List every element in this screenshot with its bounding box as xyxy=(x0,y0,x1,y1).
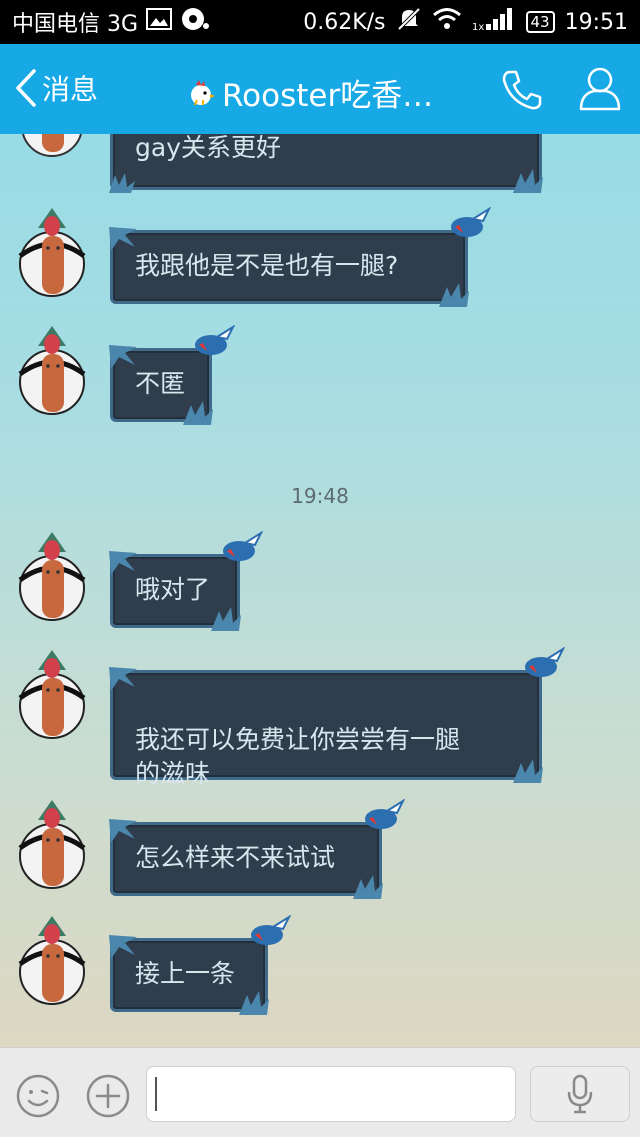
person-icon xyxy=(579,67,621,111)
avatar[interactable] xyxy=(12,648,92,744)
message-text: 不匿 xyxy=(135,369,186,398)
bubble-decoration-icon xyxy=(109,551,137,575)
chevron-left-icon xyxy=(16,69,36,107)
chat-title-text: Rooster吃香… xyxy=(222,78,434,114)
avatar[interactable] xyxy=(12,530,92,626)
bubble-decoration-icon xyxy=(109,819,137,843)
avatar[interactable] xyxy=(12,206,92,302)
phone-call-button[interactable] xyxy=(500,68,544,116)
status-time: 19:51 xyxy=(564,9,628,35)
signal-icon: 1x xyxy=(472,6,516,38)
phone-icon xyxy=(502,70,542,110)
rooster-emoji-icon xyxy=(186,78,216,108)
bird-sticker-icon xyxy=(525,647,565,677)
message-bubble[interactable]: 接上一条 xyxy=(109,915,291,1015)
back-label: 消息 xyxy=(42,73,99,106)
message-text: 哦对了 xyxy=(135,575,211,604)
voice-button[interactable] xyxy=(530,1066,630,1122)
bird-sticker-icon xyxy=(195,325,235,355)
bubble-decoration-icon xyxy=(183,401,213,425)
bubble-decoration-icon xyxy=(513,759,543,783)
bird-sticker-icon xyxy=(365,799,405,829)
chat-header: 消息 Rooster吃香… xyxy=(0,44,640,134)
avatar[interactable] xyxy=(12,798,92,894)
microphone-icon xyxy=(567,1074,593,1114)
wifi-icon xyxy=(432,7,462,37)
network-speed: 0.62K/s xyxy=(303,9,386,35)
bubble-decoration-icon xyxy=(109,227,137,251)
message-input[interactable] xyxy=(146,1066,516,1122)
back-button[interactable]: 消息 xyxy=(14,68,98,108)
chat-area[interactable]: gay关系更好 我跟他是不是也有一腿? 不匿 19:48 哦对了 我还可以免费让… xyxy=(0,134,640,1047)
bubble-decoration-icon xyxy=(109,935,137,959)
plus-icon xyxy=(86,1074,130,1118)
emoji-button[interactable] xyxy=(16,1074,60,1122)
message-text: 怎么样来不来试试 xyxy=(135,843,336,872)
more-options-button[interactable] xyxy=(86,1074,130,1122)
text-caret xyxy=(155,1077,157,1111)
message-bubble[interactable]: 怎么样来不来试试 xyxy=(109,799,405,899)
avatar[interactable] xyxy=(12,324,92,420)
mute-icon xyxy=(396,6,422,38)
message-bubble[interactable]: 不匿 xyxy=(109,325,235,425)
smiley-icon xyxy=(16,1074,60,1118)
music-notification-icon xyxy=(180,6,210,38)
message-text: gay关系更好 xyxy=(135,134,281,162)
image-notification-icon xyxy=(146,8,173,36)
svg-text:1x: 1x xyxy=(472,22,484,32)
input-bar xyxy=(0,1047,640,1137)
contact-profile-button[interactable] xyxy=(578,66,622,116)
bird-sticker-icon xyxy=(451,207,491,237)
bubble-decoration-icon xyxy=(109,345,137,369)
bubble-decoration-icon xyxy=(109,173,135,193)
status-bar: 中国电信 3G 0.62K/s 1x 43 19:51 xyxy=(0,0,640,44)
message-bubble[interactable]: gay关系更好 xyxy=(109,134,543,193)
message-text: 接上一条 xyxy=(135,959,236,988)
battery-indicator: 43 xyxy=(525,11,555,33)
message-bubble[interactable]: 哦对了 xyxy=(109,531,263,631)
bubble-decoration-icon xyxy=(239,991,269,1015)
message-bubble[interactable]: 我跟他是不是也有一腿? xyxy=(109,207,491,307)
bubble-decoration-icon xyxy=(109,667,137,691)
bubble-decoration-icon xyxy=(439,283,469,307)
bubble-decoration-icon xyxy=(513,169,543,193)
carrier-label: 中国电信 3G xyxy=(12,12,139,37)
bubble-decoration-icon xyxy=(353,875,383,899)
bubble-decoration-icon xyxy=(211,607,241,631)
message-text: 我还可以免费让你尝尝有一腿 的滋味 xyxy=(135,725,461,788)
avatar[interactable] xyxy=(12,914,92,1010)
avatar[interactable] xyxy=(12,134,92,160)
bird-sticker-icon xyxy=(223,531,263,561)
message-bubble[interactable]: 我还可以免费让你尝尝有一腿 的滋味 xyxy=(109,647,565,788)
message-timestamp: 19:48 xyxy=(291,484,349,508)
bird-sticker-icon xyxy=(251,915,291,945)
chat-title[interactable]: Rooster吃香… xyxy=(186,70,433,115)
message-text: 我跟他是不是也有一腿? xyxy=(135,251,399,280)
